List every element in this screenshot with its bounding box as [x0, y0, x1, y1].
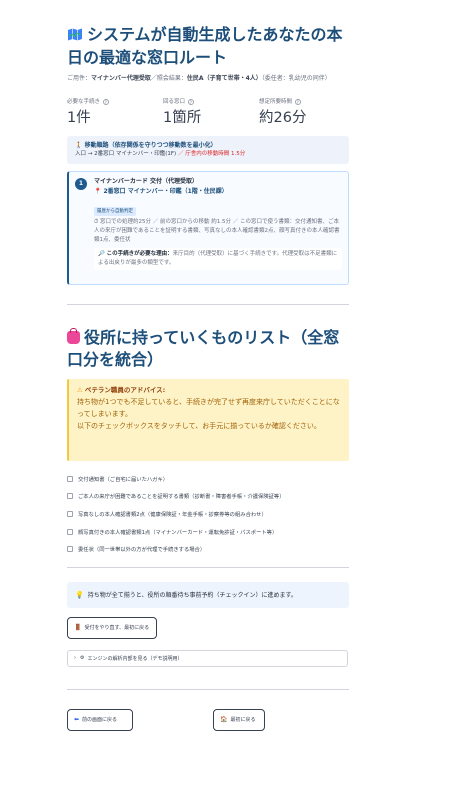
stat-value: 1箇所: [163, 110, 202, 126]
map-icon: [67, 24, 83, 41]
restart-button-label: 受付をやり直す、最初に戻る: [84, 625, 150, 632]
step-description: ⏱ 窓口での処理約25分 ／ 前の窓口からの移動 約1.5分 ／ この窓口で使う…: [94, 219, 340, 243]
divider: [67, 566, 349, 568]
walking-icon: 🚶: [75, 142, 83, 149]
checklist-item-label: 顔写真付きの本人確認書類1点（マイナンバーカード・運転免許証・パスポート等）: [78, 529, 278, 536]
route-title: 移動順路（依存関係を守りつつ移動数を最小化）: [84, 142, 217, 149]
stat-label: 想定所要時間: [259, 99, 293, 105]
checklist-item-label: 委任状（同一世帯以外の方が代理で手続きする場合）: [78, 547, 206, 554]
checklist-title-text: 役所に持っていくものリスト（全窓口分を統合）: [67, 328, 340, 369]
advice-box: ⚠ ベテラン職員のアドバイス: 持ち物が1つでも不足していると、手続きが完了せず再…: [67, 379, 349, 461]
chevron-right-icon: ›: [74, 655, 76, 662]
route-path: 入口 → 2番窓口 マイナンバー・印鑑(1F): [75, 151, 177, 157]
checklist-item[interactable]: ご本人の来庁が困難であることを証明する書類（診断書・障害者手帳・介護保険証等）: [67, 488, 349, 506]
meta-purpose: マイナンバー代理受取: [91, 75, 151, 82]
checklist: 交付通知書（ご自宅に届いたハガキ） ご本人の来庁が困難であることを証明する書類（…: [67, 470, 349, 558]
checkbox[interactable]: [67, 546, 73, 553]
engine-expander-label: エンジンの解析内部を見る（デモ説明用）: [87, 655, 183, 662]
footer-nav: ⬅ 前の画面に戻る 🏠 最初に戻る: [67, 708, 349, 733]
request-meta: ご用件：マイナンバー代理受取／照会結果：住民A（子育て世帯・4人）（委任者：乳幼…: [67, 74, 349, 84]
stat-label: 必要な手続き: [67, 99, 101, 105]
bag-icon: [67, 328, 80, 344]
checklist-item[interactable]: 委任状（同一世帯以外の方が代理で手続きする場合）: [67, 540, 349, 558]
summary-stats: 必要な手続き ? 1件 回る窓口 ? 1箇所 想定所要時間 ? 約26分: [67, 98, 349, 128]
restart-button[interactable]: 🚪 受付をやり直す、最初に戻る: [67, 616, 157, 639]
checklist-item[interactable]: 写真なしの本人確認書類2点（健康保険証・年金手帳・診察券等の組み合わせ）: [67, 505, 349, 523]
checkbox[interactable]: [67, 475, 73, 482]
back-icon: ⬅: [74, 716, 80, 724]
checkbox[interactable]: [67, 493, 73, 500]
route-time: 庁舎内の移動時間 1.5分: [185, 151, 246, 157]
stat-counters: 回る窓口 ? 1箇所: [163, 98, 259, 128]
help-icon[interactable]: ?: [102, 99, 109, 105]
stat-value: 約26分: [259, 110, 307, 126]
stat-duration: 想定所要時間 ? 約26分: [259, 98, 306, 128]
meta-note: （委任者：乳幼児の同伴）: [261, 75, 331, 82]
help-icon[interactable]: ?: [187, 99, 194, 105]
page-title: システムが自動生成したあなたの本日の最適な窓口ルート: [67, 23, 349, 69]
door-icon: 🚪: [74, 624, 82, 632]
advice-text: 持ち物が1つでも不足していると、手続きが完了せず再度来庁していただくことになって…: [77, 398, 340, 418]
route-box: 🚶 移動順路（依存関係を守りつつ移動数を最小化） 入口 → 2番窓口 マイナンバ…: [67, 136, 349, 164]
first-screen-label: 最初に戻る: [230, 717, 256, 724]
auto-detect-badge: 履歴から自動判定: [94, 207, 136, 216]
engine-expander[interactable]: › ⚙ エンジンの解析内部を見る（デモ説明用）: [67, 649, 348, 667]
checklist-item[interactable]: 顔写真付きの本人確認書類1点（マイナンバーカード・運転免許証・パスポート等）: [67, 523, 349, 541]
info-text: 持ち物が全て揃うと、役所の順番待ち事前予約（チェックイン）に進めます。: [87, 592, 297, 600]
step-title: マイナンバーカード 交付（代理受取）: [94, 178, 198, 185]
meta-result: 住民A（子育て世帯・4人）: [186, 75, 262, 82]
checklist-item[interactable]: 交付通知書（ご自宅に届いたハガキ）: [67, 470, 349, 488]
main-content: システムが自動生成したあなたの本日の最適な窓口ルート ご用件：マイナンバー代理受…: [67, 0, 349, 733]
checklist-title: 役所に持っていくものリスト（全窓口分を統合）: [67, 327, 349, 371]
route-separator: ／: [177, 151, 184, 157]
stat-value: 1件: [67, 110, 91, 126]
home-icon: 🏠: [220, 716, 228, 724]
advice-title: ベテラン職員のアドバイス:: [84, 386, 166, 394]
search-icon: 🔎: [98, 251, 105, 257]
page-title-text: システムが自動生成したあなたの本日の最適な窓口ルート: [67, 25, 343, 67]
stat-label: 回る窓口: [163, 99, 186, 105]
checklist-item-label: ご本人の来庁が困難であることを証明する書類（診断書・障害者手帳・介護保険証等）: [78, 494, 285, 501]
first-screen-button[interactable]: 🏠 最初に戻る: [213, 708, 265, 731]
checkbox[interactable]: [67, 510, 73, 517]
prev-screen-label: 前の画面に戻る: [82, 717, 118, 724]
divider: [67, 304, 349, 305]
checklist-item-label: 交付通知書（ご自宅に届いたハガキ）: [78, 476, 169, 483]
step-place: 2番窓口 マイナンバー・印鑑（1階・住民課）: [103, 188, 228, 195]
help-icon[interactable]: ?: [294, 99, 301, 105]
step-reason: 🔎 この手続きが必要な理由：来庁目的（代理受取）に基づく手続きです。代理受取は不…: [94, 248, 342, 270]
meta-purpose-label: ご用件：: [67, 75, 92, 82]
info-banner: 💡 持ち物が全て揃うと、役所の順番待ち事前予約（チェックイン）に進めます。: [67, 581, 349, 608]
step-number: 1: [75, 178, 87, 190]
checklist-item-label: 写真なしの本人確認書類2点（健康保険証・年金手帳・診察券等の組み合わせ）: [78, 511, 267, 518]
warning-icon: ⚠: [77, 386, 83, 394]
pin-icon: 📍: [94, 188, 102, 195]
gear-icon: ⚙: [80, 655, 85, 662]
meta-result-label: ／照会結果：: [150, 75, 187, 82]
advice-instruction: 以下のチェックボックスをタッチして、お手元に揃っているか確認ください。: [77, 422, 321, 430]
prev-screen-button[interactable]: ⬅ 前の画面に戻る: [67, 708, 133, 731]
step-card: 1 マイナンバーカード 交付（代理受取） 📍 2番窓口 マイナンバー・印鑑（1階・…: [67, 171, 349, 285]
divider: [67, 688, 349, 690]
reason-label: この手続きが必要な理由：: [106, 251, 173, 257]
stat-procedures: 必要な手続き ? 1件: [67, 98, 163, 128]
checkbox[interactable]: [67, 528, 73, 535]
lightbulb-icon: 💡: [75, 590, 84, 599]
